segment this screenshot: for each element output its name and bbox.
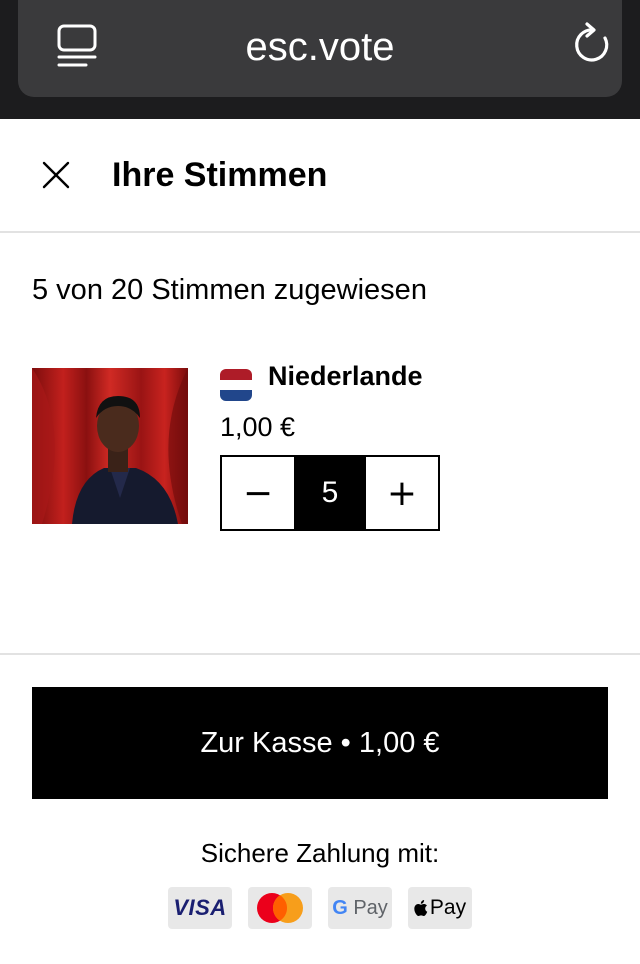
item-price: 1,00 € [220,412,296,442]
google-g-label: G [332,896,348,919]
decrement-button[interactable]: − [222,457,294,529]
netherlands-flag-icon [220,369,252,401]
google-pay-label: Pay [353,896,388,919]
google-pay-logo: G Pay [328,887,392,929]
visa-logo: VISA [168,887,232,929]
address-bar[interactable]: esc.vote [18,0,622,97]
url-text[interactable]: esc.vote [18,24,622,70]
panel-header: Ihre Stimmen [0,119,640,233]
country-name: Niederlande [268,361,423,391]
quantity-stepper: − 5 + [220,455,440,531]
mastercard-icon [257,893,303,923]
apple-pay-label: Pay [429,896,467,919]
divider [0,653,640,655]
visa-label: VISA [173,895,227,920]
quantity-value: 5 [294,457,366,529]
browser-toolbar: esc.vote [0,0,640,119]
apple-pay-logo: Pay [408,887,472,929]
mastercard-logo [248,887,312,929]
secure-payment-label: Sichere Zahlung mit: [200,838,440,868]
payment-methods: VISA G Pay Pay [168,887,472,929]
votes-summary: 5 von 20 Stimmen zugewiesen [32,274,427,306]
page-title: Ihre Stimmen [112,156,328,194]
reload-icon[interactable] [572,22,614,66]
close-icon[interactable] [40,159,72,191]
checkout-button[interactable]: Zur Kasse • 1,00 € [32,687,608,799]
increment-button[interactable]: + [366,457,438,529]
apple-icon [414,900,428,916]
artist-photo [32,368,188,524]
